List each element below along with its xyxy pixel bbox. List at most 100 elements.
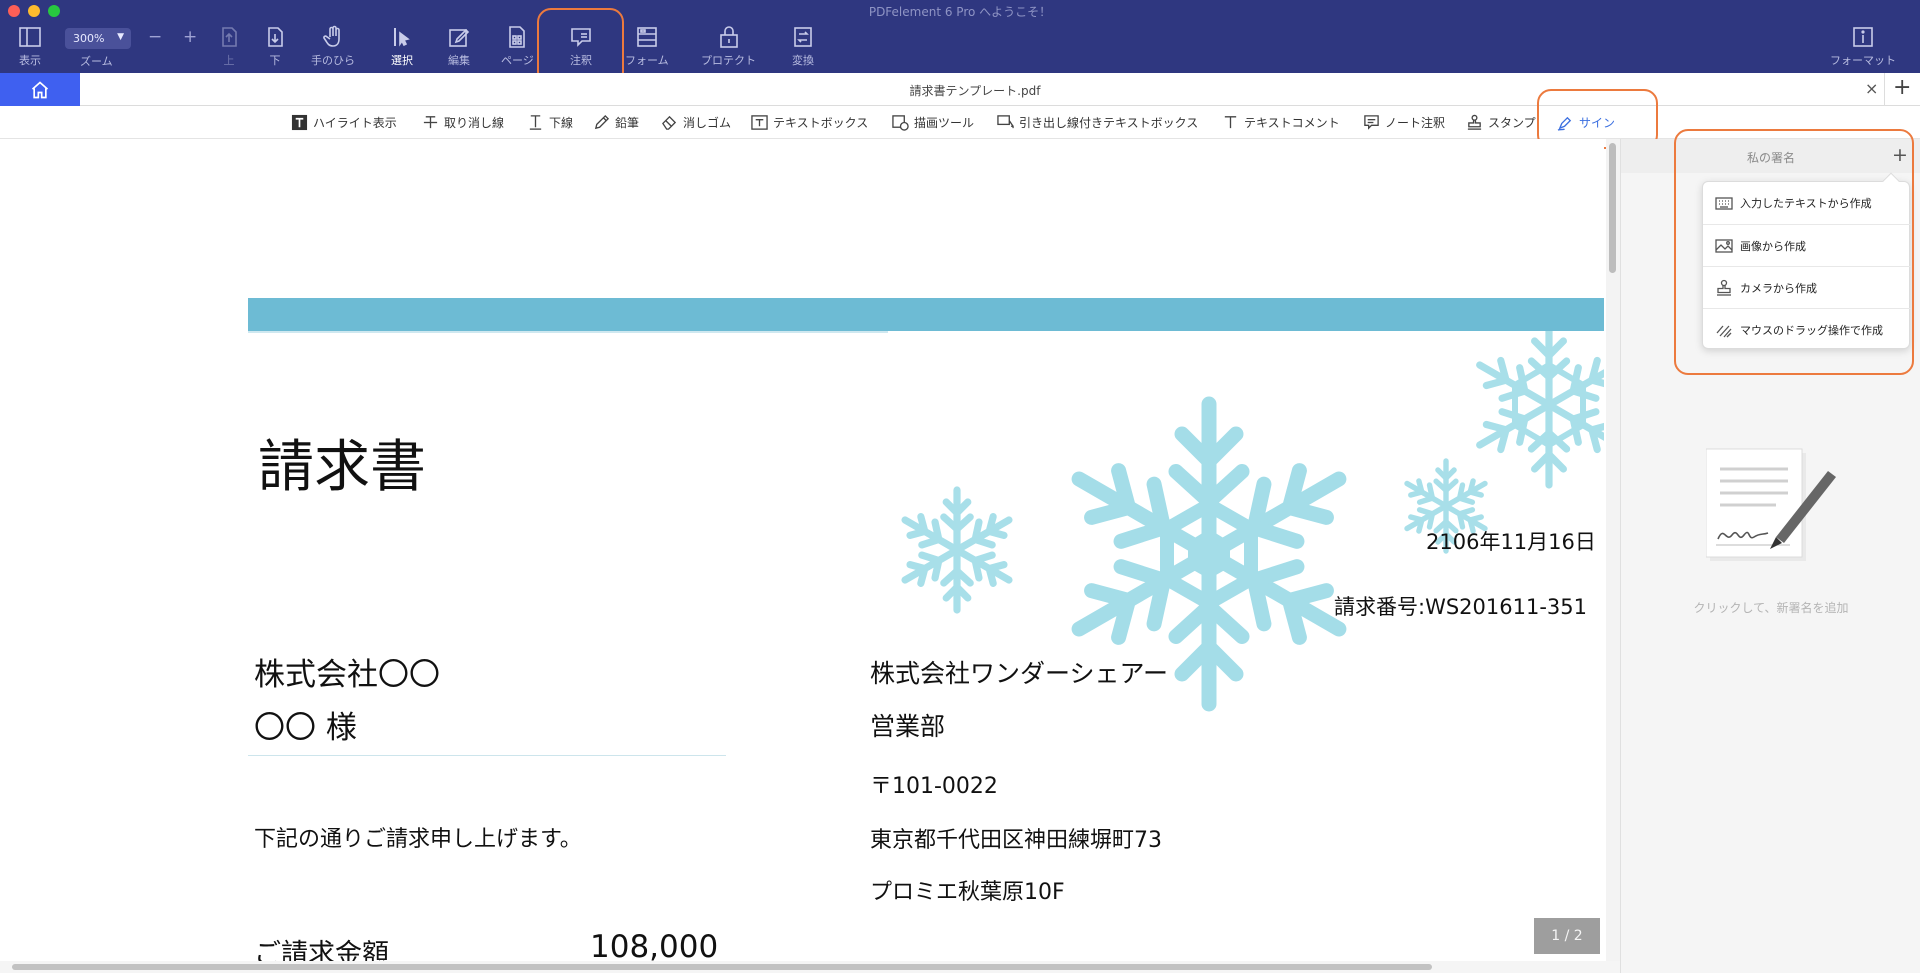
convert-icon [794, 27, 812, 47]
sender-zip: 〒101-0022 [870, 774, 998, 799]
page-label: ページ [501, 54, 534, 67]
callout-tool[interactable]: 引き出し線付きテキストボックス [996, 106, 1198, 139]
stamp-tool-label: スタンプ [1488, 116, 1536, 130]
protect-button[interactable]: プロテクト [701, 24, 756, 68]
client-name: 〇〇 様 [254, 710, 357, 746]
invoice-number: 請求番号:WS201611-351 [1334, 595, 1587, 619]
page-icon [509, 26, 526, 48]
vertical-scrollbar[interactable] [1606, 139, 1620, 973]
pencil-icon [594, 114, 609, 130]
format-label: フォーマット [1830, 54, 1896, 67]
strikethrough-tool[interactable]: 取り消し線 [421, 106, 504, 139]
stamp-icon [1467, 114, 1481, 130]
sender-address: 東京都千代田区神田練塀町73 [870, 828, 1162, 853]
vertical-scroll-thumb[interactable] [1609, 143, 1616, 273]
eraser-icon [661, 115, 676, 130]
draw-tool[interactable]: 描画ツール [891, 106, 974, 139]
zoom-label: ズーム [80, 55, 113, 68]
form-button[interactable]: フォーム [625, 24, 669, 68]
format-button[interactable]: フォーマット [1830, 24, 1896, 68]
add-signature-hint[interactable]: クリックして、新署名を追加 [1621, 599, 1920, 616]
info-icon [1853, 27, 1873, 47]
highlight-tool[interactable]: ハイライト表示 [290, 106, 397, 139]
page-down-icon [268, 27, 283, 47]
protect-label: プロテクト [701, 54, 756, 67]
note-icon [1363, 115, 1379, 130]
form-label: フォーム [625, 54, 669, 67]
hand-tool-label: 手のひら [311, 54, 355, 67]
underline-tool[interactable]: 下線 [526, 106, 573, 139]
page-up-label: 上 [223, 54, 235, 67]
signature-menu-highlight-ring [1674, 129, 1914, 375]
zoom-in-button[interactable]: + [183, 27, 197, 47]
header-band-shadow [248, 331, 888, 333]
highlight-tool-label: ハイライト表示 [313, 116, 397, 130]
convert-button[interactable]: 変換 [790, 24, 816, 68]
underline-icon [529, 115, 541, 130]
client-company: 株式会社〇〇 [254, 657, 440, 693]
textbox-tool-label: テキストボックス [773, 116, 869, 130]
signature-placeholder-illustration [1706, 448, 1836, 561]
note-tool[interactable]: ノート注釈 [1362, 106, 1445, 139]
main-toolbar: PDFelement 6 Pro へようこそ！ 表示 300% ▼ ズーム − … [0, 0, 1920, 73]
note-tool-label: ノート注釈 [1385, 116, 1446, 130]
client-divider [248, 755, 726, 756]
header-band [248, 298, 1604, 331]
draw-shape-icon [891, 115, 909, 131]
lock-icon [719, 26, 738, 48]
edit-icon [449, 28, 470, 47]
strikethrough-tool-label: 取り消し線 [444, 116, 505, 130]
highlight-icon [291, 114, 307, 131]
underline-tool-label: 下線 [549, 116, 574, 130]
sender-building: プロミエ秋葉原10F [870, 880, 1065, 905]
zoom-select[interactable]: 300% ▼ [65, 28, 131, 49]
view-button[interactable]: 表示 [17, 24, 43, 68]
sender-department: 営業部 [870, 712, 946, 741]
stamp-tool[interactable]: スタンプ [1465, 106, 1536, 139]
snowflake-decoration [0, 139, 1604, 973]
zoom-value: 300% [73, 32, 105, 45]
zoom-out-button[interactable]: − [148, 27, 162, 47]
cursor-icon [394, 28, 410, 47]
edit-button[interactable]: 編集 [446, 24, 472, 68]
sender-company: 株式会社ワンダーシェアー [870, 659, 1169, 688]
select-tool-button[interactable]: 選択 [389, 24, 415, 68]
horizontal-scroll-thumb[interactable] [12, 964, 1432, 970]
textbox-icon [750, 115, 768, 130]
page-indicator: 1 / 2 [1534, 918, 1600, 954]
tab-divider [1884, 73, 1885, 106]
chevron-down-icon: ▼ [117, 32, 124, 42]
page-up-button[interactable]: 上 [216, 24, 242, 68]
draw-tool-label: 描画ツール [914, 116, 975, 130]
text-comment-icon [1224, 116, 1236, 129]
callout-tool-label: 引き出し線付きテキストボックス [1019, 116, 1199, 130]
window-title: PDFelement 6 Pro へようこそ！ [868, 5, 1052, 19]
strikethrough-icon [423, 116, 437, 129]
convert-label: 変換 [792, 54, 814, 67]
horizontal-scrollbar[interactable] [0, 961, 1620, 973]
new-tab-button[interactable]: + [1893, 75, 1911, 100]
pencil-tool[interactable]: 鉛筆 [592, 106, 639, 139]
invoice-title: 請求書 [258, 435, 426, 500]
eraser-tool-label: 消しゴム [683, 116, 732, 130]
callout-icon [996, 115, 1014, 129]
eraser-tool[interactable]: 消しゴム [660, 106, 731, 139]
page-up-icon [222, 27, 237, 47]
close-tab-button[interactable]: × [1865, 79, 1878, 98]
form-icon [637, 27, 657, 47]
hand-tool-button[interactable]: 手のひら [311, 24, 355, 68]
page-down-label: 下 [269, 54, 281, 67]
document-view[interactable]: 請求書 2106年11月16日 請求番号:WS201611-351 株式会社〇〇… [0, 139, 1604, 973]
pencil-tool-label: 鉛筆 [615, 116, 640, 130]
greeting-text: 下記の通りご請求申し上げます。 [254, 827, 582, 852]
hand-icon [323, 25, 340, 47]
text-comment-tool[interactable]: テキストコメント [1221, 106, 1340, 139]
sidebar-view-icon [19, 27, 41, 47]
page-button[interactable]: ページ [501, 24, 534, 68]
view-label: 表示 [19, 54, 41, 67]
textbox-tool[interactable]: テキストボックス [750, 106, 868, 139]
select-tool-label: 選択 [391, 54, 413, 67]
amount-value: 108,000 [590, 929, 719, 965]
page-down-button[interactable]: 下 [262, 24, 288, 68]
invoice-date: 2106年11月16日 [1426, 530, 1596, 554]
